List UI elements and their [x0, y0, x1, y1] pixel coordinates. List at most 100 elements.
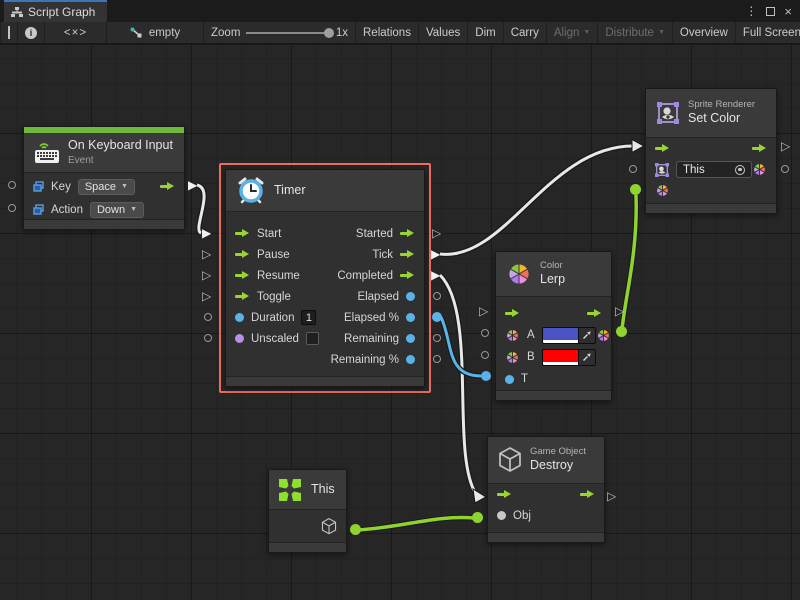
unscaled-checkbox[interactable] [306, 332, 319, 345]
port-setcolor-result[interactable] [781, 165, 789, 173]
tab-script-graph[interactable]: Script Graph [4, 0, 107, 22]
color-port-icon[interactable] [752, 162, 767, 177]
align-dropdown[interactable]: Align▼ [547, 22, 599, 43]
values-toggle[interactable]: Values [419, 22, 468, 43]
overview-button[interactable]: Overview [673, 22, 736, 43]
port-timer-resume[interactable]: ▷ [202, 269, 211, 281]
trigger-in-icon[interactable] [235, 229, 250, 238]
port-this-out[interactable] [350, 524, 361, 535]
port-timer-elapsed-pct[interactable] [432, 312, 442, 322]
wire-elapsedpct-to-t[interactable] [441, 317, 481, 376]
port-lerp-trigger-in[interactable]: ▷ [479, 305, 488, 317]
wire-tick-to-setcolor[interactable] [440, 140, 644, 255]
port-timer-duration[interactable] [204, 313, 212, 321]
node-on-keyboard-input[interactable]: On Keyboard Input Event Key Space▼ Actio… [23, 126, 185, 230]
game-object-port-icon[interactable] [321, 518, 337, 535]
action-dropdown[interactable]: Down▼ [90, 202, 144, 218]
trigger-out-icon[interactable] [400, 229, 415, 238]
object-picker-icon[interactable] [735, 165, 745, 175]
port-keyboard-action[interactable] [8, 204, 16, 212]
port-destroy-obj[interactable] [472, 512, 483, 523]
color-b-swatch[interactable] [542, 349, 596, 366]
node-set-color[interactable]: Sprite Renderer Set Color This [645, 88, 777, 214]
trigger-in-icon[interactable] [235, 250, 250, 259]
port-setcolor-trigger-out[interactable]: ▷ [781, 140, 790, 152]
port-timer-remaining[interactable] [433, 334, 441, 342]
value-port-icon[interactable] [505, 375, 514, 384]
color-port-icon[interactable] [505, 350, 520, 365]
trigger-out-icon[interactable] [400, 250, 415, 259]
graph-name: empty [149, 27, 180, 39]
trigger-out-icon[interactable] [160, 182, 175, 191]
value-port-icon[interactable] [406, 313, 415, 322]
port-lerp-t[interactable] [481, 371, 491, 381]
port-timer-tick[interactable]: ▶ [431, 248, 440, 260]
port-timer-toggle[interactable]: ▷ [202, 290, 211, 302]
port-destroy-trigger-out[interactable]: ▷ [607, 490, 616, 502]
port-lerp-b[interactable] [481, 351, 489, 359]
code-preview-button[interactable]: <×> [45, 22, 107, 43]
window-maximize-icon[interactable] [766, 7, 775, 16]
relations-toggle[interactable]: Relations [356, 22, 419, 43]
port-keyboard-trigger-out[interactable]: ▶ [188, 179, 197, 191]
port-timer-start[interactable]: ▶ [202, 227, 211, 239]
trigger-in-icon[interactable] [505, 309, 520, 318]
trigger-out-icon[interactable] [752, 144, 767, 153]
key-dropdown[interactable]: Space▼ [78, 179, 135, 195]
port-lerp-trigger-out[interactable]: ▷ [615, 305, 624, 317]
port-timer-completed[interactable]: ▶ [431, 269, 440, 281]
port-timer-unscaled[interactable] [204, 334, 212, 342]
eyedropper-icon[interactable] [578, 328, 595, 343]
trigger-out-icon[interactable] [587, 309, 602, 318]
trigger-in-icon[interactable] [655, 144, 670, 153]
node-title: Timer [274, 183, 305, 199]
port-setcolor-color[interactable] [630, 184, 641, 195]
color-port-icon[interactable] [596, 328, 611, 343]
trigger-in-icon[interactable] [497, 490, 512, 499]
target-field[interactable]: This [676, 161, 752, 178]
node-destroy[interactable]: Game Object Destroy Obj [487, 436, 605, 543]
sprite-renderer-port-icon[interactable] [655, 163, 669, 177]
port-timer-pause[interactable]: ▷ [202, 248, 211, 260]
zoom-slider-handle[interactable] [324, 28, 334, 38]
wire-this-to-obj[interactable] [358, 518, 474, 530]
fullscreen-button[interactable]: Full Screen [736, 22, 800, 43]
node-color-lerp[interactable]: Color Lerp A [495, 251, 612, 401]
color-port-icon[interactable] [655, 183, 670, 198]
variable-icon [33, 204, 44, 215]
graph-breadcrumb[interactable]: empty [107, 22, 204, 43]
trigger-in-icon[interactable] [235, 271, 250, 280]
distribute-dropdown[interactable]: Distribute▼ [598, 22, 673, 43]
zoom-slider[interactable] [246, 32, 329, 34]
graph-canvas[interactable]: On Keyboard Input Event Key Space▼ Actio… [0, 45, 800, 600]
value-port-icon[interactable] [235, 334, 244, 343]
duration-input[interactable]: 1 [301, 310, 316, 325]
trigger-out-icon[interactable] [400, 271, 415, 280]
port-keyboard-key[interactable] [8, 181, 16, 189]
color-port-icon[interactable] [505, 328, 520, 343]
value-port-icon[interactable] [406, 334, 415, 343]
port-timer-elapsed[interactable] [433, 292, 441, 300]
color-a-swatch[interactable] [542, 327, 596, 344]
trigger-out-icon[interactable] [580, 490, 595, 499]
value-port-icon[interactable] [406, 355, 415, 364]
chevron-down-icon: ▼ [583, 29, 590, 36]
value-port-icon[interactable] [497, 511, 506, 520]
window-close-icon[interactable]: × [784, 5, 792, 18]
window-menu-icon[interactable]: ⋮ [745, 5, 757, 17]
inspect-button[interactable]: i [18, 22, 45, 43]
port-setcolor-target[interactable] [629, 165, 637, 173]
port-lerp-a[interactable] [481, 329, 489, 337]
carry-toggle[interactable]: Carry [504, 22, 547, 43]
eyedropper-icon[interactable] [578, 350, 595, 365]
port-lerp-result[interactable] [616, 326, 627, 337]
port-timer-started[interactable]: ▷ [432, 227, 441, 239]
node-this[interactable]: This [268, 469, 347, 553]
value-port-icon[interactable] [235, 313, 244, 322]
trigger-in-icon[interactable] [235, 292, 250, 301]
lock-button[interactable] [0, 22, 18, 43]
node-timer[interactable]: Timer Start Started Pause Tick Resume Co… [225, 169, 425, 387]
port-timer-remaining-pct[interactable] [433, 355, 441, 363]
dim-toggle[interactable]: Dim [468, 22, 503, 43]
value-port-icon[interactable] [406, 292, 415, 301]
